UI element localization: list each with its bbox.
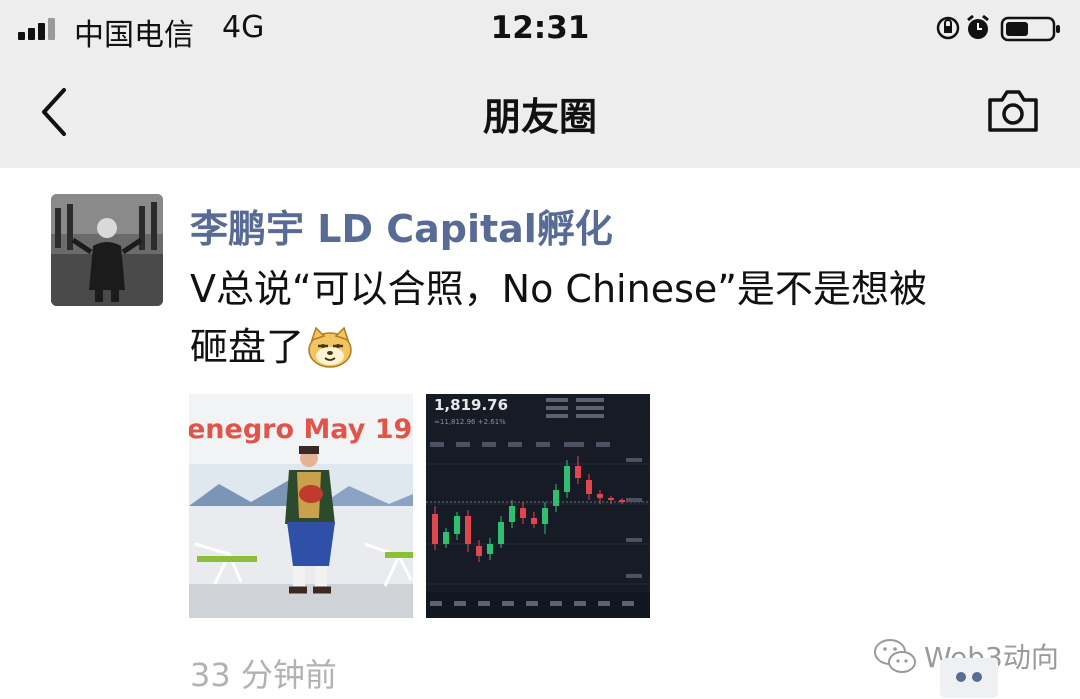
candle-body [619,500,625,502]
candle-body [531,518,537,524]
post-text-line: V总说“可以合照，No Chinese”是不是想被 [190,267,927,311]
wechat-icon [874,639,916,673]
post-text-line: 砸盘了 [190,318,1030,376]
status-time: 12:31 [490,10,590,46]
post-text: V总说“可以合照，No Chinese”是不是想被 砸盘了 [190,260,1030,376]
performer-photo: enegro May 19 [189,394,413,618]
moment-post: 李鹏宇 LD Capital孵化 V总说“可以合照，No Chinese”是不是… [0,168,1080,699]
post-text-line-2: 砸盘了 [190,325,305,369]
candle-body [520,508,526,518]
status-bar: 中国电信 4G 12:31 [0,0,1080,56]
camera-button[interactable] [986,86,1040,136]
post-image-2[interactable]: 1,819.76 ≈11,812.96 +2.61% [426,394,650,618]
candle-body [586,480,592,494]
candle-body [597,494,603,498]
avatar[interactable] [51,194,163,306]
candle-body [454,516,460,534]
post-image-1[interactable]: enegro May 19 [189,394,413,618]
candle-body [465,516,471,544]
alarm-icon [967,14,989,39]
doge-emoji-icon [306,326,354,368]
candle-body [476,546,482,556]
post-timestamp: 33 分钟前 [190,656,337,694]
candle-body [608,498,614,500]
author-name[interactable]: 李鹏宇 LD Capital孵化 [190,198,613,253]
candle-body [542,508,548,524]
nav-bar: 朋友圈 [0,56,1080,168]
candle-body [487,544,493,554]
candle-body [432,514,438,544]
candle-body [509,506,515,522]
candle-body [553,490,559,506]
battery-icon [1000,16,1060,42]
orientation-lock-icon [936,16,960,40]
chart-subprice: ≈11,812.96 +2.61% [434,418,506,426]
camera-icon [988,90,1038,132]
chart-price: 1,819.76 [434,396,508,414]
more-options-button[interactable] [940,658,998,698]
candle-body [564,466,570,492]
candle-body [575,466,581,478]
candle-body [443,532,449,544]
candle-body [498,522,504,544]
page-title: 朋友圈 [482,95,597,139]
status-icons [936,12,1066,44]
banner-text: enegro May 19 [189,414,412,445]
candlestick-chart-screenshot: 1,819.76 ≈11,812.96 +2.61% [426,394,650,618]
